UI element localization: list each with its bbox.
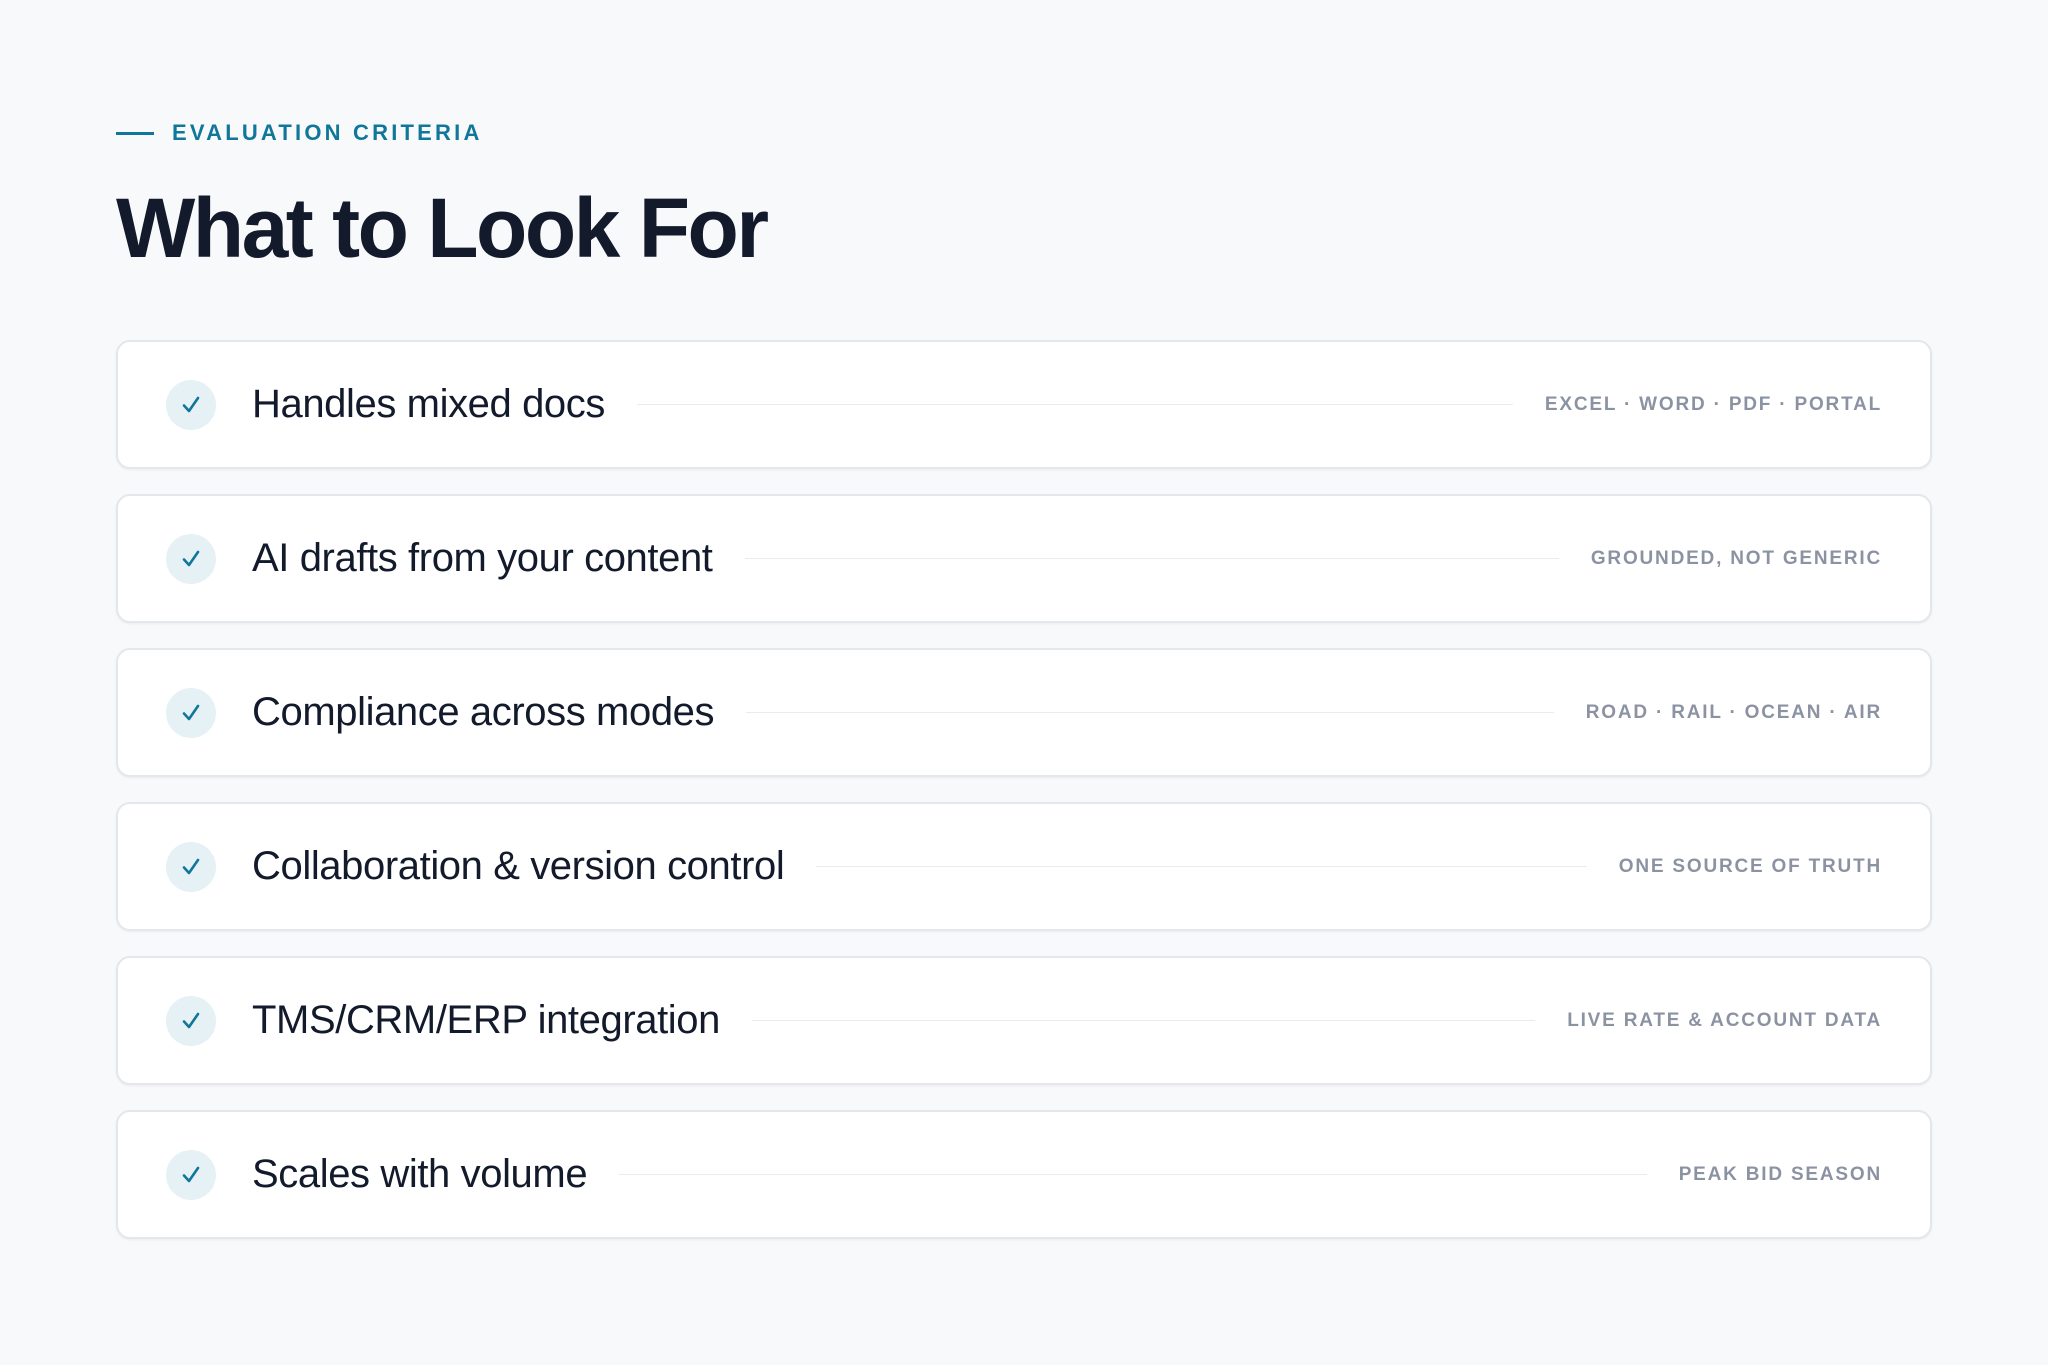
criteria-card: TMS/CRM/ERP integration LIVE RATE & ACCO…	[116, 956, 1932, 1085]
check-icon	[166, 995, 216, 1046]
criteria-card: Scales with volume PEAK BID SEASON	[116, 1110, 1932, 1239]
criteria-title: Scales with volume	[252, 1152, 588, 1196]
criteria-tag: EXCEL · WORD · PDF · PORTAL	[1544, 393, 1882, 415]
check-icon	[166, 841, 216, 892]
check-icon	[166, 379, 216, 430]
divider-line	[746, 712, 1554, 713]
eyebrow-text: EVALUATION CRITERIA	[172, 120, 483, 145]
criteria-tag: ROAD · RAIL · OCEAN · AIR	[1585, 701, 1882, 723]
criteria-list: Handles mixed docs EXCEL · WORD · PDF · …	[116, 340, 1932, 1264]
criteria-title: Handles mixed docs	[252, 382, 605, 426]
criteria-title: Compliance across modes	[252, 690, 715, 734]
criteria-title: AI drafts from your content	[252, 536, 713, 580]
criteria-tag: LIVE RATE & ACCOUNT DATA	[1567, 1009, 1882, 1031]
divider-line	[816, 866, 1587, 867]
eyebrow: EVALUATION CRITERIA	[116, 118, 1932, 148]
check-icon	[166, 687, 216, 738]
check-icon	[166, 533, 216, 584]
eyebrow-line	[116, 131, 154, 135]
criteria-tag: GROUNDED, NOT GENERIC	[1590, 547, 1882, 569]
criteria-tag: PEAK BID SEASON	[1678, 1163, 1882, 1185]
criteria-title: Collaboration & version control	[252, 844, 785, 888]
check-icon	[166, 1149, 216, 1200]
divider-line	[636, 404, 1513, 405]
criteria-tag: ONE SOURCE OF TRUTH	[1618, 855, 1882, 877]
criteria-card: Compliance across modes ROAD · RAIL · OC…	[116, 648, 1932, 777]
content-section: EVALUATION CRITERIA What to Look For Han…	[116, 118, 1932, 1239]
divider-line	[752, 1020, 1536, 1021]
criteria-card: Handles mixed docs EXCEL · WORD · PDF · …	[116, 340, 1932, 469]
criteria-card: AI drafts from your content GROUNDED, NO…	[116, 494, 1932, 623]
divider-line	[619, 1174, 1647, 1175]
page-title: What to Look For	[116, 181, 769, 275]
divider-line	[744, 558, 1559, 559]
criteria-card: Collaboration & version control ONE SOUR…	[116, 802, 1932, 931]
criteria-title: TMS/CRM/ERP integration	[252, 998, 720, 1042]
